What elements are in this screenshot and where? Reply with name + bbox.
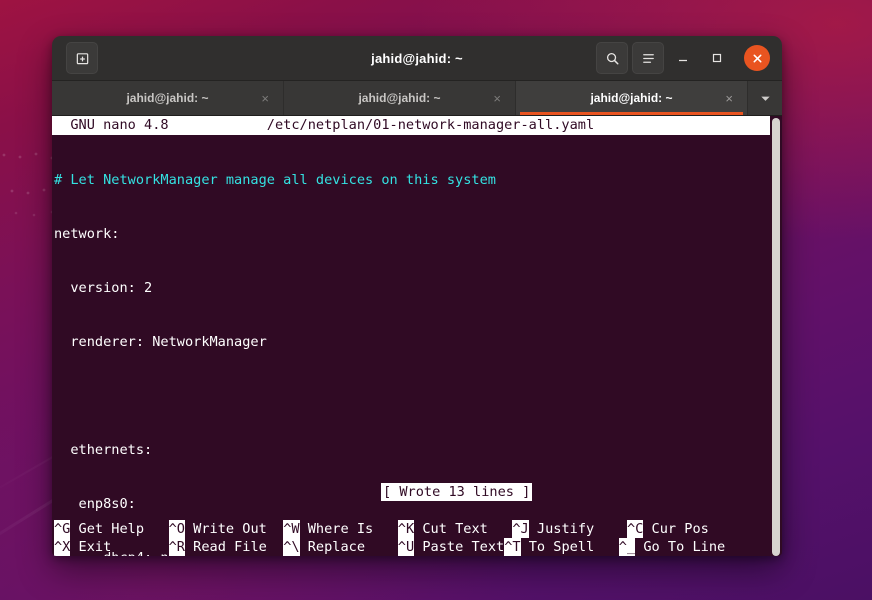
shortcut-label: Exit bbox=[70, 538, 168, 556]
tab-label: jahid@jahid: ~ bbox=[358, 91, 440, 105]
nano-shortcut-bar: ^G Get Help ^O Write Out ^W Where Is ^K … bbox=[52, 520, 782, 556]
terminal-content-area[interactable]: GNU nano 4.8 /etc/netplan/01-network-man… bbox=[52, 116, 782, 556]
shortcut-label: Read File bbox=[185, 538, 283, 556]
shortcut-label: To Spell bbox=[521, 538, 619, 556]
tab-close-icon[interactable]: × bbox=[261, 92, 269, 105]
search-button[interactable] bbox=[596, 42, 628, 74]
shortcut-label: Cut Text bbox=[414, 520, 512, 538]
code-line: renderer: NetworkManager bbox=[54, 333, 770, 351]
code-line: ethernets: bbox=[54, 441, 770, 459]
shortcut-key: ^G bbox=[54, 520, 70, 538]
window-titlebar: jahid@jahid: ~ bbox=[52, 36, 782, 81]
shortcut-paste-text[interactable]: ^U Paste Text bbox=[398, 538, 504, 556]
code-line: # Let NetworkManager manage all devices … bbox=[54, 171, 770, 189]
shortcut-go-to-line[interactable]: ^_ Go To Line bbox=[619, 538, 725, 556]
shortcut-key: ^J bbox=[512, 520, 528, 538]
shortcut-replace[interactable]: ^\ Replace bbox=[283, 538, 398, 556]
desktop-wallpaper: jahid@jahid: ~ bbox=[0, 0, 872, 600]
chevron-down-icon bbox=[759, 92, 772, 105]
shortcut-key: ^_ bbox=[619, 538, 635, 556]
shortcut-key: ^K bbox=[398, 520, 414, 538]
code-line: version: 2 bbox=[54, 279, 770, 297]
terminal-scrollbar[interactable] bbox=[770, 116, 782, 556]
search-icon bbox=[605, 51, 620, 66]
tab-list-dropdown-button[interactable] bbox=[748, 81, 782, 115]
hamburger-menu-icon bbox=[641, 51, 656, 66]
shortcut-read-file[interactable]: ^R Read File bbox=[169, 538, 284, 556]
maximize-button[interactable] bbox=[702, 43, 732, 73]
shortcut-key: ^W bbox=[283, 520, 299, 538]
terminal-window: jahid@jahid: ~ bbox=[52, 36, 782, 556]
terminal-scrollbar-thumb[interactable] bbox=[772, 118, 780, 556]
shortcut-label: Get Help bbox=[70, 520, 168, 538]
shortcut-key: ^X bbox=[54, 538, 70, 556]
tab-label: jahid@jahid: ~ bbox=[126, 91, 208, 105]
maximize-icon bbox=[710, 51, 724, 65]
window-controls bbox=[596, 42, 774, 74]
tab-bar: jahid@jahid: ~ × jahid@jahid: ~ × jahid@… bbox=[52, 81, 782, 116]
nano-status-message: [ Wrote 13 lines ] bbox=[381, 483, 532, 501]
new-tab-icon bbox=[75, 51, 90, 66]
new-tab-button[interactable] bbox=[66, 42, 98, 74]
menu-button[interactable] bbox=[632, 42, 664, 74]
shortcut-label: Go To Line bbox=[635, 538, 725, 556]
active-tab-indicator bbox=[520, 112, 743, 115]
shortcut-label: Justify bbox=[529, 520, 627, 538]
shortcut-where-is[interactable]: ^W Where Is bbox=[283, 520, 398, 538]
close-icon bbox=[752, 53, 763, 64]
nano-header-bar: GNU nano 4.8 /etc/netplan/01-network-man… bbox=[52, 116, 782, 135]
shortcut-label: Cur Pos bbox=[643, 520, 708, 538]
shortcut-label: Where Is bbox=[300, 520, 398, 538]
close-button[interactable] bbox=[744, 45, 770, 71]
tab-terminal-3[interactable]: jahid@jahid: ~ × bbox=[516, 81, 748, 115]
shortcut-justify[interactable]: ^J Justify bbox=[512, 520, 627, 538]
shortcut-exit[interactable]: ^X Exit bbox=[54, 538, 169, 556]
code-line: network: bbox=[54, 225, 770, 243]
shortcut-key: ^O bbox=[169, 520, 185, 538]
tab-terminal-2[interactable]: jahid@jahid: ~ × bbox=[284, 81, 516, 115]
shortcut-write-out[interactable]: ^O Write Out bbox=[169, 520, 284, 538]
nano-shortcut-row-1: ^G Get Help ^O Write Out ^W Where Is ^K … bbox=[54, 520, 782, 538]
minimize-button[interactable] bbox=[668, 43, 698, 73]
shortcut-cut-text[interactable]: ^K Cut Text bbox=[398, 520, 513, 538]
shortcut-key: ^R bbox=[169, 538, 185, 556]
minimize-icon bbox=[676, 51, 690, 65]
shortcut-label: Write Out bbox=[185, 520, 283, 538]
shortcut-label: Replace bbox=[300, 538, 398, 556]
tab-close-icon[interactable]: × bbox=[725, 92, 733, 105]
shortcut-key: ^\ bbox=[283, 538, 299, 556]
shortcut-key: ^T bbox=[504, 538, 520, 556]
code-line-blank bbox=[54, 387, 770, 405]
tab-terminal-1[interactable]: jahid@jahid: ~ × bbox=[52, 81, 284, 115]
nano-shortcut-row-2: ^X Exit ^R Read File ^\ Replace ^U Paste… bbox=[54, 538, 782, 556]
shortcut-key: ^U bbox=[398, 538, 414, 556]
tab-label: jahid@jahid: ~ bbox=[590, 91, 672, 105]
shortcut-cur-pos[interactable]: ^C Cur Pos bbox=[627, 520, 709, 538]
shortcut-label: Paste Text bbox=[414, 538, 504, 556]
tab-close-icon[interactable]: × bbox=[493, 92, 501, 105]
shortcut-to-spell[interactable]: ^T To Spell bbox=[504, 538, 619, 556]
shortcut-key: ^C bbox=[627, 520, 643, 538]
shortcut-get-help[interactable]: ^G Get Help bbox=[54, 520, 169, 538]
